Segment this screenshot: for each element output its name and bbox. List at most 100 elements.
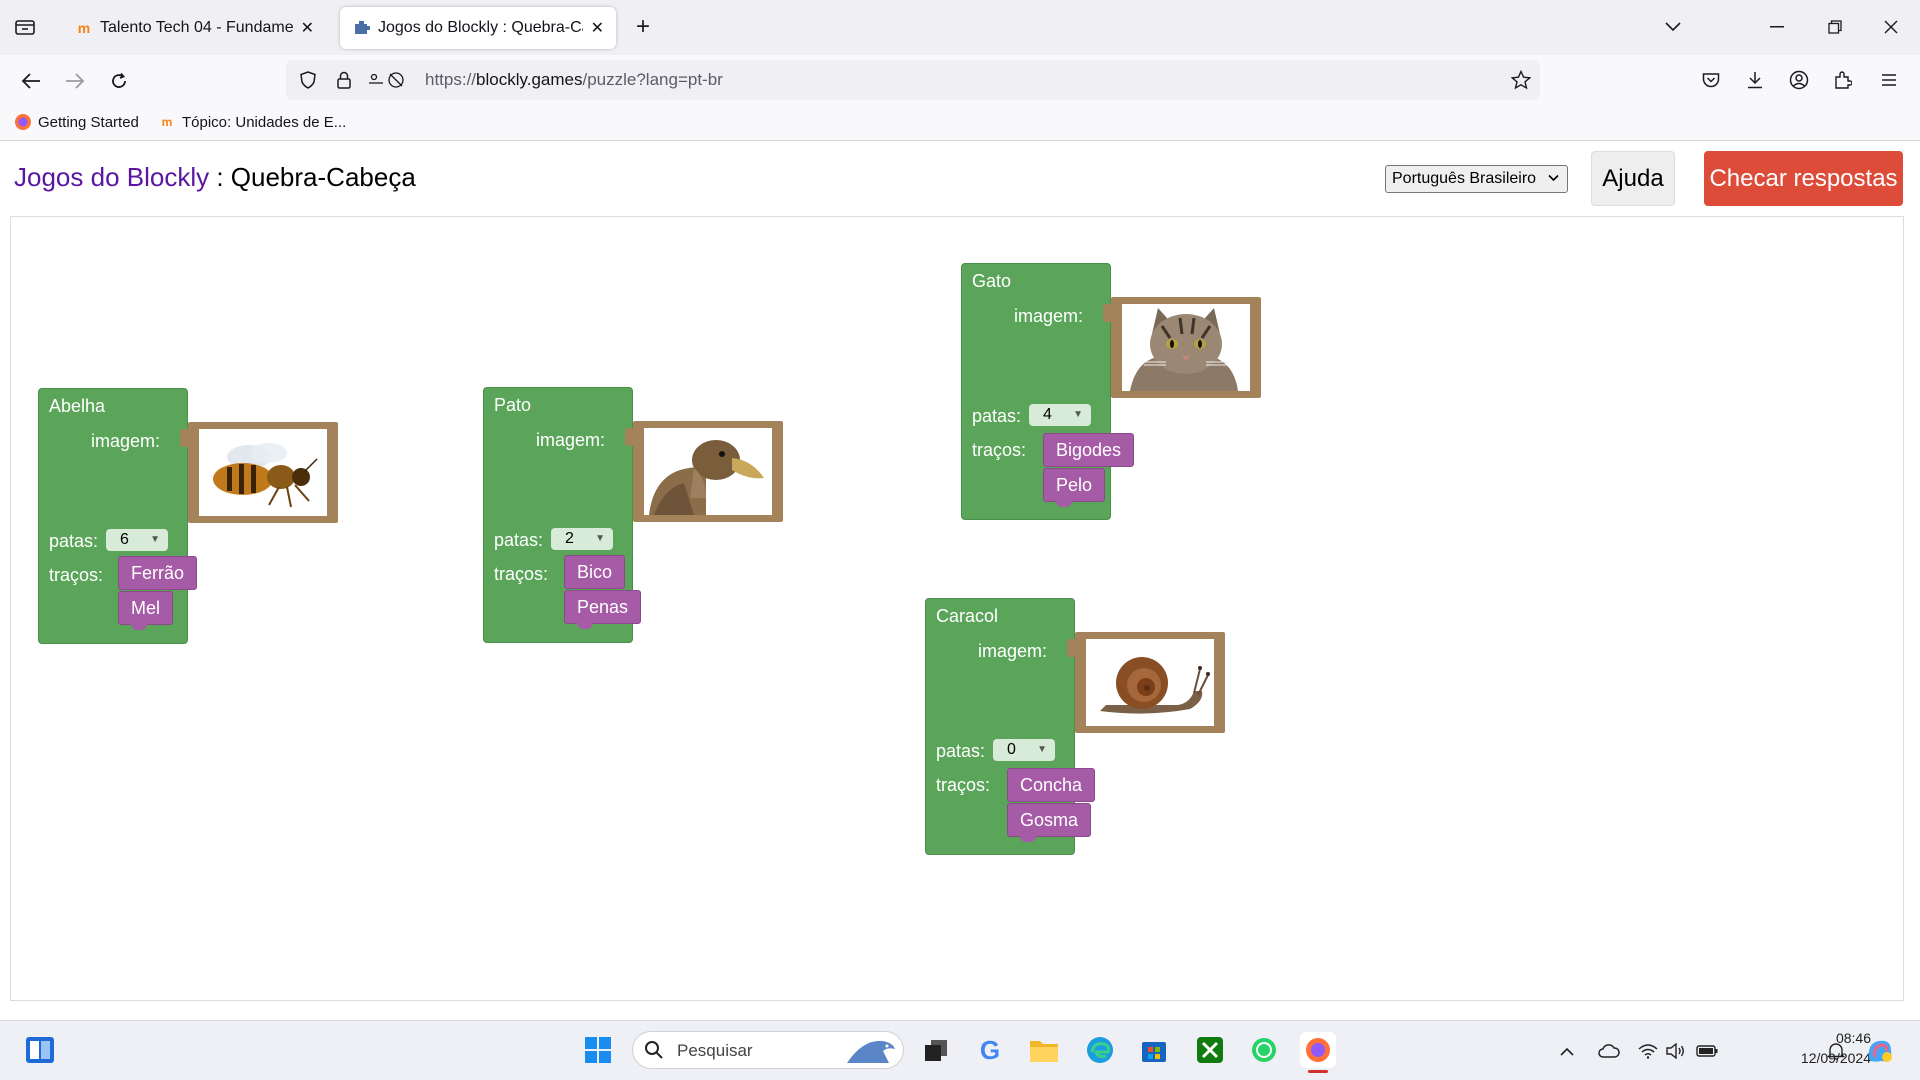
notification-bell-icon[interactable] — [1824, 1040, 1848, 1062]
windows-start-icon[interactable] — [580, 1032, 616, 1068]
bookmark-topico[interactable]: m Tópico: Unidades de E... — [158, 113, 347, 131]
chevron-down-icon — [1548, 170, 1559, 185]
edge-icon[interactable] — [1082, 1032, 1118, 1068]
picture-block[interactable] — [1067, 632, 1225, 733]
minimize-icon[interactable] — [1762, 14, 1792, 40]
tab-blockly-games[interactable]: Jogos do Blockly : Quebra-Cabe ✕ — [340, 7, 616, 49]
tab-label: Jogos do Blockly : Quebra-Cabe — [378, 19, 583, 36]
trait-label: Pelo — [1056, 475, 1093, 495]
duck-icon — [649, 440, 764, 515]
legs-dropdown[interactable]: 4 ▼ — [1029, 404, 1091, 426]
account-icon[interactable] — [1786, 67, 1812, 93]
reload-icon[interactable] — [104, 66, 134, 96]
picture-block[interactable] — [1103, 297, 1261, 398]
browser-tab-strip: m Talento Tech 04 - Fundamentos ✕ Jogos … — [0, 0, 1920, 55]
wifi-icon[interactable] — [1636, 1040, 1660, 1062]
tab-talento-tech[interactable]: m Talento Tech 04 - Fundamentos ✕ — [62, 7, 326, 49]
bookmark-label: Tópico: Unidades de E... — [182, 113, 347, 131]
clock-time[interactable]: 08:46 — [1771, 1030, 1871, 1046]
volume-icon[interactable] — [1664, 1040, 1688, 1062]
downloads-icon[interactable] — [1742, 67, 1768, 93]
dropdown-arrow-icon: ▼ — [1037, 744, 1047, 755]
cat-icon — [1130, 308, 1238, 391]
connector — [1103, 304, 1113, 322]
traits-label: traços: — [972, 440, 1027, 460]
animal-name: Abelha — [49, 396, 106, 416]
close-icon[interactable]: ✕ — [301, 18, 314, 38]
widgets-icon[interactable] — [22, 1032, 58, 1068]
check-answers-button[interactable]: Checar respostas — [1704, 151, 1903, 206]
trait-label: Gosma — [1020, 810, 1079, 830]
extensions-icon[interactable] — [1830, 67, 1856, 93]
tab-list-icon[interactable] — [12, 14, 38, 40]
back-arrow-icon[interactable] — [16, 66, 46, 96]
animal-name: Caracol — [936, 606, 999, 626]
menu-icon[interactable] — [1876, 67, 1902, 93]
trait-label: Bico — [577, 562, 613, 582]
tab-label: Talento Tech 04 - Fundamentos — [100, 19, 293, 36]
legs-dropdown[interactable]: 2 ▼ — [551, 528, 613, 550]
legs-dropdown[interactable]: 0 ▼ — [993, 739, 1055, 761]
close-icon[interactable]: ✕ — [591, 18, 604, 38]
moodle-icon: m — [161, 115, 173, 129]
restore-icon[interactable] — [1820, 14, 1850, 40]
picture-block[interactable] — [180, 422, 338, 523]
app-home-link[interactable]: Jogos do Blockly — [14, 162, 209, 192]
snail-picture — [1086, 639, 1214, 726]
list-all-tabs-icon[interactable] — [1660, 14, 1686, 40]
pocket-icon[interactable] — [1698, 67, 1724, 93]
language-select[interactable]: Português Brasileiro — [1385, 165, 1568, 193]
task-view-icon[interactable] — [918, 1032, 954, 1068]
firefox-icon — [14, 113, 32, 131]
bookmark-getting-started[interactable]: Getting Started — [14, 113, 139, 131]
shield-icon[interactable] — [296, 68, 320, 92]
puzzle-title: Quebra-Cabeça — [230, 162, 416, 192]
traits-label: traços: — [49, 565, 104, 585]
trait-block[interactable]: Ferrão — [118, 556, 198, 590]
bee-icon — [213, 443, 318, 508]
picture-block[interactable] — [625, 421, 783, 522]
legs-label: patas: — [936, 741, 986, 761]
trait-block[interactable]: Bigodes — [1043, 433, 1135, 467]
dropdown-arrow-icon: ▼ — [1073, 409, 1083, 420]
file-explorer-icon[interactable] — [1026, 1032, 1062, 1068]
google-icon[interactable]: G — [972, 1032, 1008, 1068]
bookmark-star-icon[interactable] — [1508, 67, 1534, 93]
image-label: imagem: — [978, 641, 1048, 661]
image-label: imagem: — [536, 430, 606, 450]
trait-block[interactable]: Concha — [1007, 768, 1096, 802]
bookmark-label: Getting Started — [38, 113, 139, 131]
xbox-icon[interactable] — [1192, 1032, 1228, 1068]
permissions-icon[interactable] — [366, 68, 410, 92]
trait-block[interactable]: Bico — [564, 555, 626, 589]
lock-icon[interactable] — [332, 68, 356, 92]
animal-name: Gato — [972, 271, 1012, 291]
clock-date[interactable]: 12/09/2024 — [1771, 1050, 1871, 1066]
copilot-icon[interactable] — [1864, 1036, 1896, 1066]
url-text[interactable]: https://blockly.games/puzzle?lang=pt-br — [425, 70, 723, 90]
new-tab-button[interactable]: + — [630, 13, 656, 40]
legs-dropdown[interactable]: 6 ▼ — [106, 529, 168, 551]
forward-arrow-icon[interactable] — [60, 66, 90, 96]
onedrive-icon[interactable] — [1596, 1040, 1622, 1062]
url-path: /puzzle?lang=pt-br — [582, 70, 723, 89]
trait-block[interactable]: Gosma — [1007, 803, 1092, 842]
firefox-taskbar-icon[interactable] — [1300, 1032, 1336, 1068]
page-title: Jogos do Blockly : Quebra-Cabeça — [14, 162, 416, 193]
battery-icon[interactable] — [1694, 1040, 1720, 1062]
help-button[interactable]: Ajuda — [1591, 151, 1675, 206]
url-scheme: https:// — [425, 70, 477, 89]
legs-label: patas: — [972, 406, 1022, 426]
trait-block[interactable]: Mel — [118, 591, 174, 630]
trait-block[interactable]: Pelo — [1043, 468, 1106, 507]
microsoft-store-icon[interactable] — [1136, 1032, 1172, 1068]
title-separator: : — [209, 162, 231, 192]
close-window-icon[interactable] — [1876, 14, 1906, 40]
whatsapp-icon[interactable] — [1246, 1032, 1282, 1068]
duck-picture — [644, 428, 772, 515]
language-value: Português Brasileiro — [1392, 170, 1537, 187]
dropdown-arrow-icon: ▼ — [595, 533, 605, 544]
legs-value: 6 — [120, 531, 129, 548]
trait-block[interactable]: Penas — [564, 590, 642, 629]
chevron-up-icon[interactable] — [1556, 1040, 1578, 1062]
